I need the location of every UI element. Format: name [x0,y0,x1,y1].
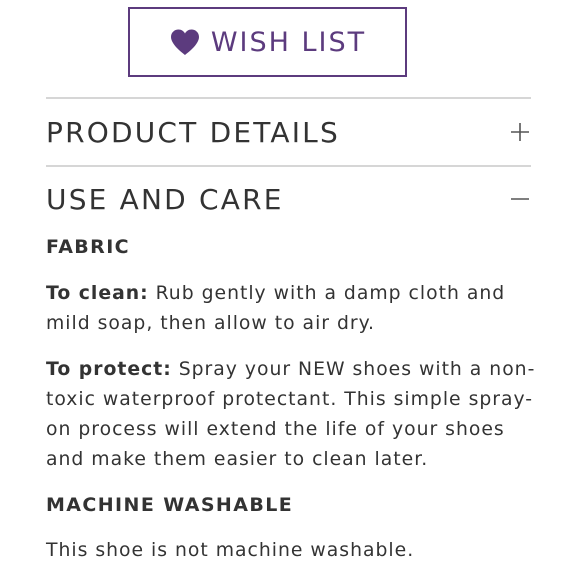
clean-instructions: To clean: Rub gently with a damp cloth a… [46,279,516,339]
use-and-care-title: USE AND CARE [46,182,284,216]
divider-top [46,97,531,99]
accordion-product-details[interactable]: PRODUCT DETAILS [46,107,533,157]
fabric-heading: FABRIC [46,236,131,258]
product-details-title: PRODUCT DETAILS [46,115,340,149]
minus-icon[interactable] [509,188,531,210]
wish-list-button[interactable]: WISH LIST [128,7,407,77]
plus-icon[interactable] [509,121,531,143]
use-and-care-content: FABRIC To clean: Rub gently with a damp … [46,232,536,566]
accordion-use-and-care[interactable]: USE AND CARE [46,174,533,224]
protect-instructions: To protect: Spray your NEW shoes with a … [46,355,536,475]
divider-middle [46,165,531,167]
machine-washable-heading: MACHINE WASHABLE [46,494,294,516]
machine-washable-text: This shoe is not machine washable. [46,540,415,561]
wish-list-label: WISH LIST [210,26,367,58]
protect-label: To protect: [46,359,172,380]
heart-icon [169,28,201,56]
clean-label: To clean: [46,283,149,304]
